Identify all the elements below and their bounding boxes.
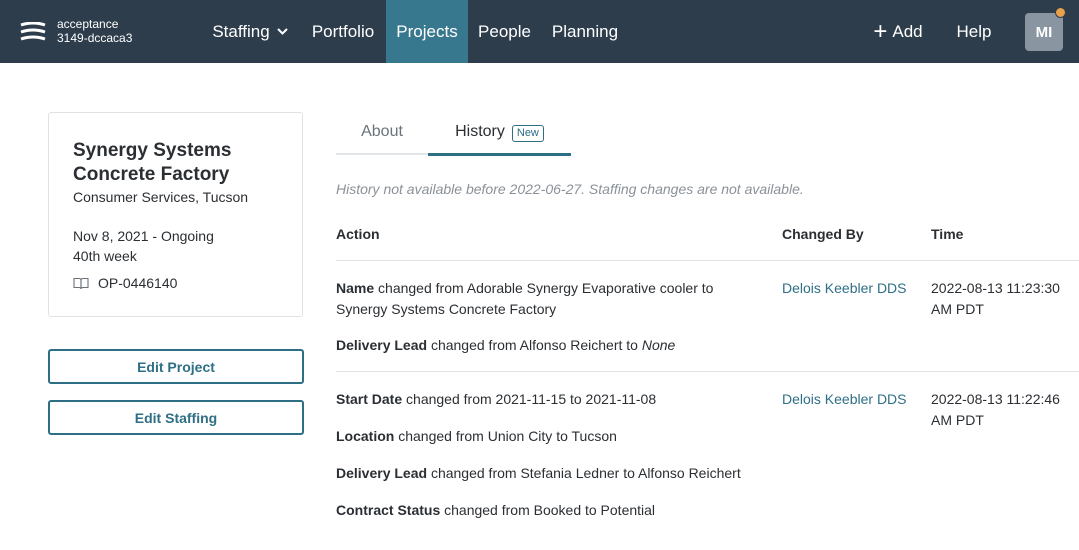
chevron-down-icon	[276, 28, 288, 35]
column-header-changed-by: Changed By	[782, 226, 864, 242]
help-button[interactable]: Help	[953, 0, 995, 63]
row-divider	[336, 371, 1079, 372]
tab-about[interactable]: About	[336, 118, 428, 155]
edit-staffing-button[interactable]: Edit Staffing	[48, 400, 304, 435]
column-header-action: Action	[336, 226, 380, 242]
environment-name: acceptance	[57, 17, 119, 31]
change-field: Name	[336, 280, 375, 296]
change-time: 2022-08-13 11:22:46 AM PDT	[931, 391, 1060, 428]
nav-projects[interactable]: Projects	[386, 0, 468, 63]
top-nav-bar: acceptance 3149-dccaca3 Staffing Portfol…	[0, 0, 1079, 63]
change-time: 2022-08-13 11:23:30 AM PDT	[931, 280, 1060, 317]
column-header-time: Time	[931, 226, 964, 242]
history-change: Name changed from Adorable Synergy Evapo…	[336, 278, 756, 320]
nav-people-label: People	[478, 21, 531, 41]
change-field: Contract Status	[336, 502, 441, 518]
change-text: changed from Booked to Potential	[440, 502, 656, 518]
change-field: Location	[336, 428, 395, 444]
project-code-value: OP-0446140	[98, 275, 178, 291]
change-emphasis: None	[641, 337, 676, 353]
project-date-range: Nov 8, 2021 - Ongoing	[73, 228, 214, 244]
project-subtitle: Consumer Services, Tucson	[73, 189, 249, 205]
nav-projects-label: Projects	[396, 21, 458, 41]
nav-people[interactable]: People	[468, 0, 541, 63]
change-field: Delivery Lead	[336, 465, 428, 481]
change-field: Delivery Lead	[336, 337, 428, 353]
history-change: Location changed from Union City to Tucs…	[336, 426, 776, 447]
history-change: Start Date changed from 2021-11-15 to 20…	[336, 389, 776, 410]
change-text: changed from Stefania Ledner to Alfonso …	[427, 465, 741, 481]
help-button-label: Help	[956, 21, 992, 41]
project-code: OP-0446140	[73, 275, 177, 291]
header-divider	[336, 260, 1079, 261]
project-week: 40th week	[73, 248, 137, 264]
nav-portfolio[interactable]: Portfolio	[300, 0, 386, 63]
nav-planning-label: Planning	[551, 21, 619, 41]
new-badge: New	[511, 125, 544, 142]
project-dates: Nov 8, 2021 - Ongoing 40th week	[73, 226, 214, 266]
avatar-initials: MI	[1035, 23, 1053, 41]
change-field: Start Date	[336, 391, 403, 407]
tab-about-label: About	[361, 123, 403, 140]
tab-history-label: History	[455, 123, 505, 140]
change-text: changed from Alfonso Reichert to	[427, 337, 642, 353]
nav-staffing-label: Staffing	[212, 21, 270, 41]
edit-project-button[interactable]: Edit Project	[48, 349, 304, 384]
changed-by-link[interactable]: Delois Keebler DDS	[782, 278, 907, 299]
nav-staffing[interactable]: Staffing	[200, 0, 300, 63]
change-text: changed from Adorable Synergy Evaporativ…	[336, 280, 714, 317]
history-change: Delivery Lead changed from Stefania Ledn…	[336, 463, 776, 484]
nav-portfolio-label: Portfolio	[311, 21, 375, 41]
history-change: Contract Status changed from Booked to P…	[336, 500, 776, 521]
book-icon	[73, 277, 89, 289]
changed-by-link[interactable]: Delois Keebler DDS	[782, 389, 907, 410]
project-title: Synergy Systems Concrete Factory	[73, 140, 232, 185]
environment-id: 3149-dccaca3	[57, 31, 133, 45]
add-button[interactable]: + Add	[868, 0, 928, 63]
change-text: changed from 2021-11-15 to 2021-11-08	[402, 391, 657, 407]
logo-icon[interactable]	[20, 22, 46, 42]
tab-history[interactable]: History New	[428, 118, 571, 156]
history-change: Delivery Lead changed from Alfonso Reich…	[336, 335, 776, 356]
history-note: History not available before 2022-06-27.…	[336, 181, 804, 197]
project-summary-card: Synergy Systems Concrete Factory Consume…	[48, 112, 303, 317]
plus-icon: +	[873, 17, 888, 45]
add-button-label: Add	[892, 21, 923, 41]
user-avatar[interactable]: MI	[1025, 13, 1063, 51]
nav-planning[interactable]: Planning	[541, 0, 629, 63]
change-text: changed from Union City to Tucson	[394, 428, 617, 444]
notification-dot	[1055, 7, 1066, 18]
project-tabs: About History New	[336, 118, 571, 156]
environment-label: acceptance 3149-dccaca3	[57, 17, 132, 45]
